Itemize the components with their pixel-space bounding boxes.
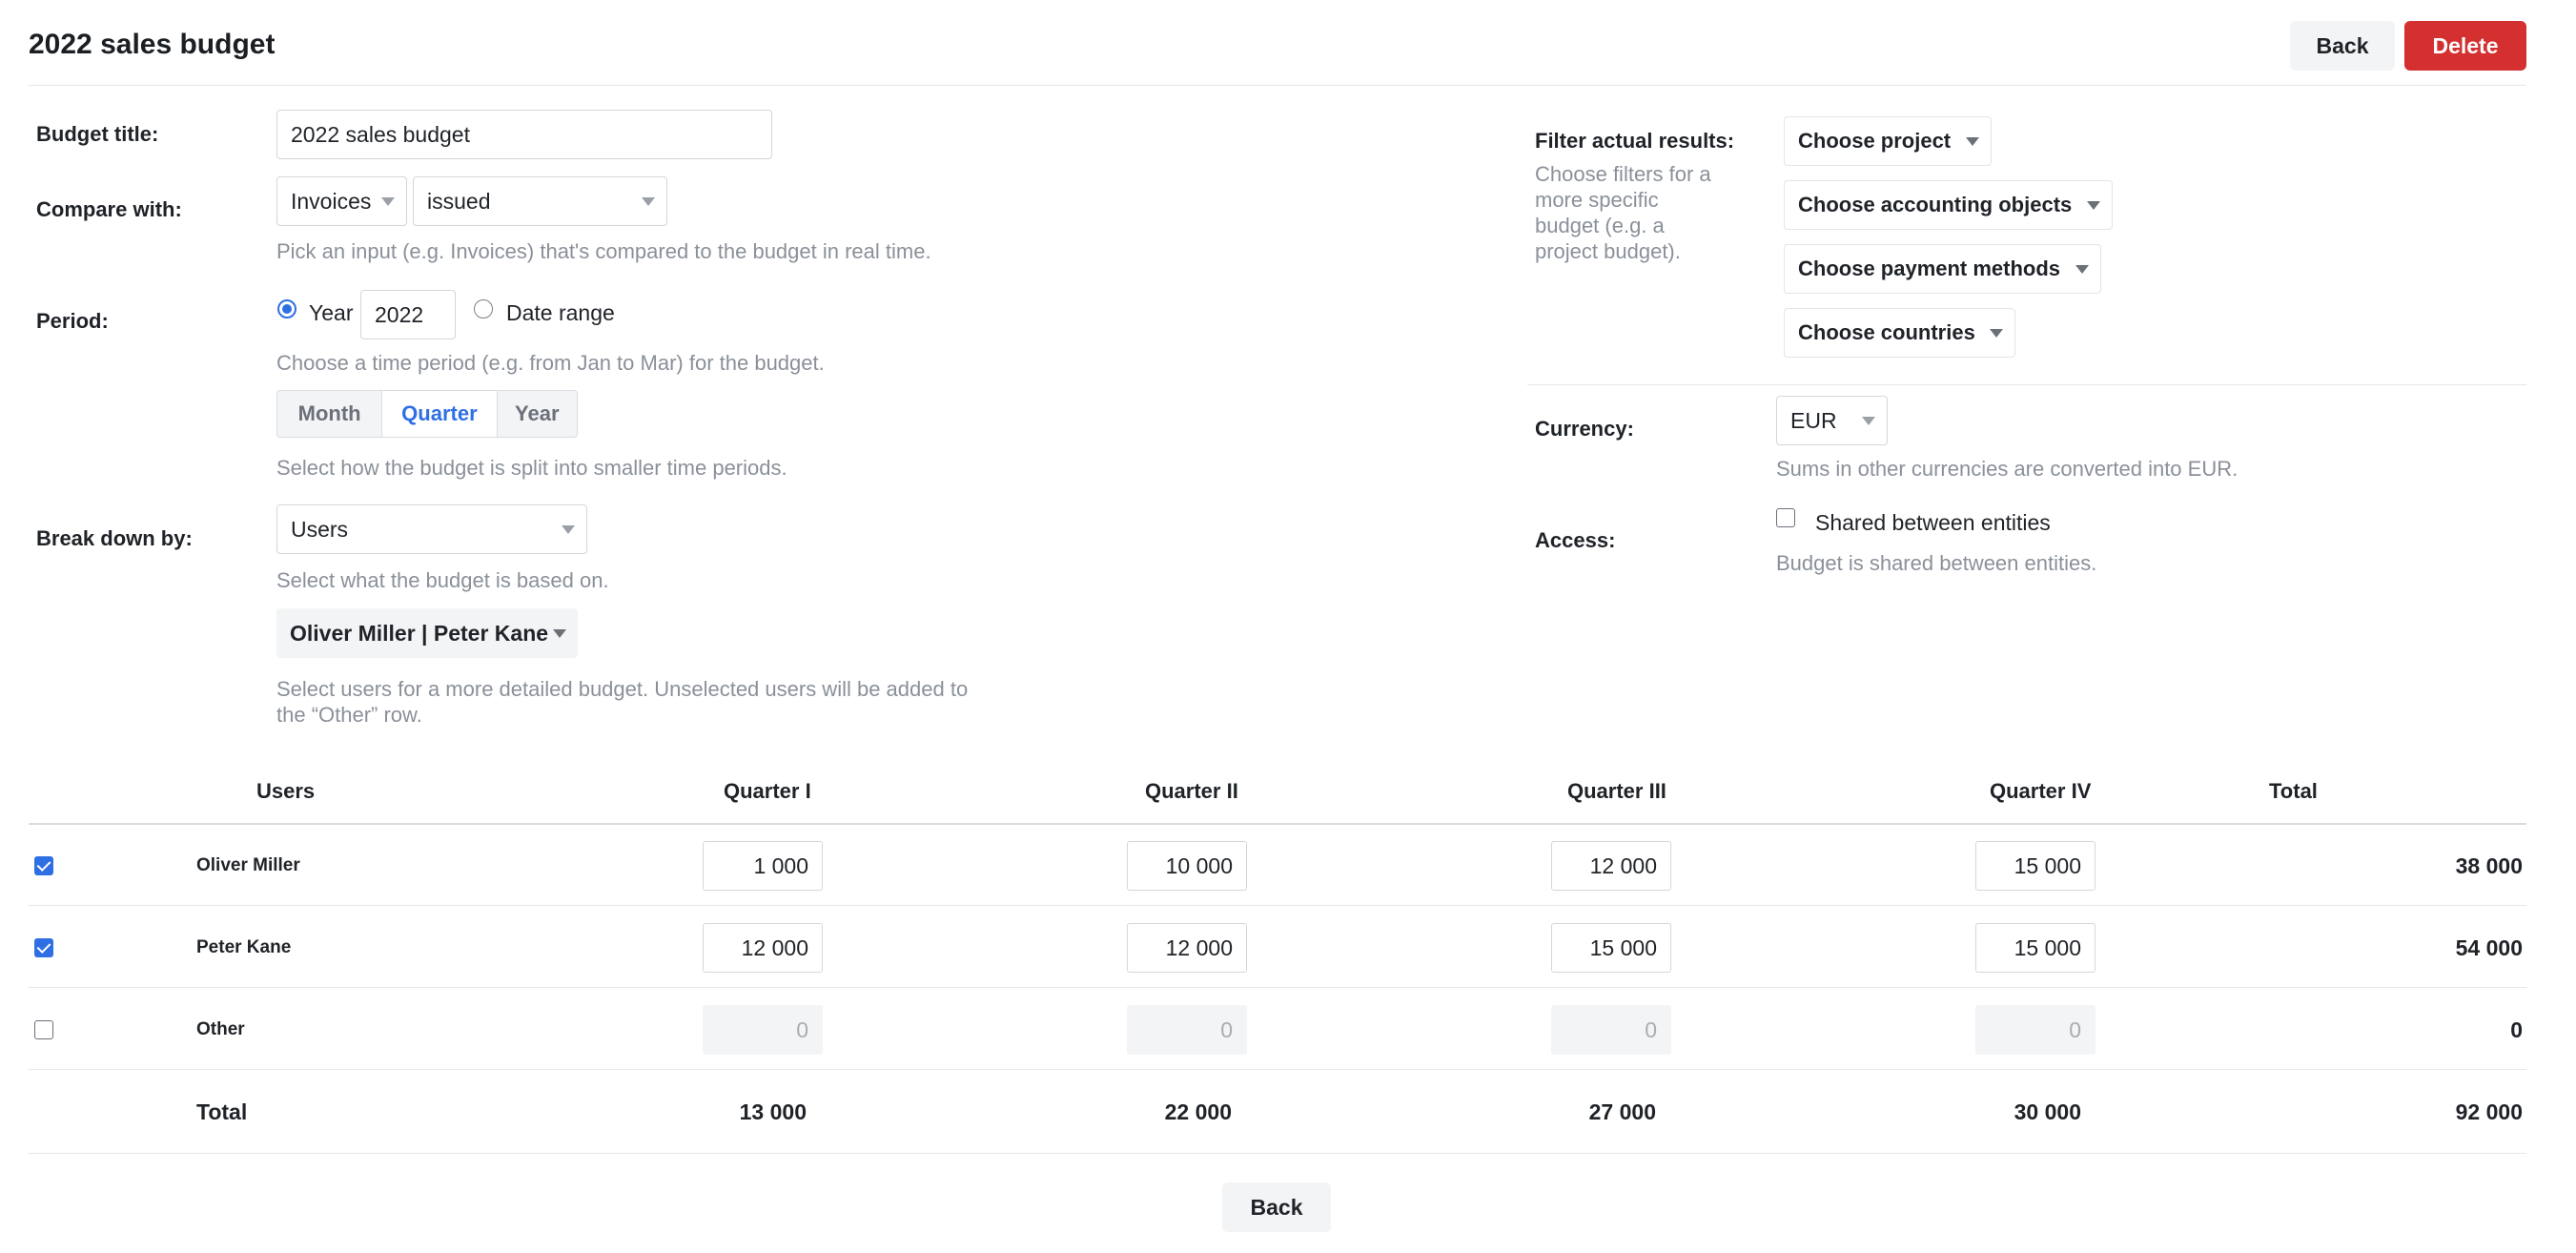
totals-row-label: Total (196, 1099, 248, 1124)
access-label: Access: (1535, 528, 1616, 552)
budget-title-label: Budget title: (36, 122, 159, 146)
cell-oliver-miller-q1[interactable]: 1 000 (703, 841, 823, 891)
chevron-down-icon (1990, 329, 2003, 338)
row-name-other: Other (196, 1019, 245, 1039)
currency-hint: Sums in other currencies are converted i… (1776, 457, 2239, 481)
column-header-quarter-1: Quarter I (724, 779, 811, 803)
column-header-quarter-2: Quarter II (1145, 779, 1238, 803)
users-select[interactable]: Oliver Miller | Peter Kane (276, 608, 578, 658)
compare-status-select[interactable]: issued (413, 176, 667, 226)
currency-label: Currency: (1535, 417, 1634, 441)
column-header-quarter-3: Quarter III (1567, 779, 1666, 803)
back-button-bottom[interactable]: Back (1222, 1182, 1331, 1232)
users-select-value: Oliver Miller | Peter Kane (290, 620, 549, 646)
cell-peter-kane-q2[interactable]: 12 000 (1127, 923, 1247, 973)
cell-other-q2: 0 (1127, 1005, 1247, 1055)
access-hint: Budget is shared between entities. (1776, 551, 2097, 575)
section-divider (1527, 384, 2526, 385)
filter-hint: Choose filters for a more specific budge… (1535, 162, 1711, 263)
header-divider (29, 85, 2526, 86)
cell-peter-kane-q4[interactable]: 15 000 (1975, 923, 2096, 973)
row-divider (29, 987, 2526, 988)
column-header-users: Users (256, 779, 316, 803)
choose-accounting-objects-label: Choose accounting objects (1798, 193, 2073, 216)
period-year-input[interactable]: 2022 (360, 290, 456, 339)
chevron-down-icon (1862, 417, 1875, 425)
compare-input-value: Invoices (291, 188, 372, 214)
period-hint: Choose a time period (e.g. from Jan to M… (276, 351, 825, 375)
row-checkbox-oliver-miller[interactable] (34, 856, 53, 875)
chevron-down-icon (553, 629, 566, 638)
split-hint: Select how the budget is split into smal… (276, 456, 787, 480)
currency-value: EUR (1790, 407, 1837, 433)
break-down-value: Users (291, 516, 349, 542)
row-total-oliver-miller: 38 000 (2455, 853, 2523, 878)
table-header-divider (29, 823, 2526, 825)
split-option-year[interactable]: Year (498, 391, 577, 437)
column-header-total: Total (2269, 779, 2318, 803)
period-date-range-option: Date range (506, 300, 615, 325)
split-option-quarter[interactable]: Quarter (382, 391, 498, 437)
shared-entities-checkbox[interactable] (1776, 508, 1795, 527)
cell-other-q4: 0 (1975, 1005, 2096, 1055)
back-button[interactable]: Back (2290, 21, 2395, 71)
compare-with-label: Compare with: (36, 197, 182, 221)
cell-oliver-miller-q4[interactable]: 15 000 (1975, 841, 2096, 891)
cell-peter-kane-q3[interactable]: 15 000 (1551, 923, 1671, 973)
users-hint: Select users for a more detailed budget.… (276, 677, 969, 727)
choose-countries-button[interactable]: Choose countries (1784, 308, 2015, 358)
period-year-radio[interactable] (277, 299, 296, 318)
period-date-range-radio[interactable] (474, 299, 493, 318)
row-divider (29, 905, 2526, 906)
row-name-oliver-miller: Oliver Miller (196, 855, 300, 875)
period-label: Period: (36, 309, 109, 333)
chevron-down-icon (2075, 265, 2089, 274)
chevron-down-icon (1966, 137, 1979, 146)
cell-oliver-miller-q2[interactable]: 10 000 (1127, 841, 1247, 891)
shared-entities-label: Shared between entities (1815, 510, 2051, 535)
filter-label: Filter actual results: (1535, 129, 1735, 153)
row-divider (29, 1069, 2526, 1070)
break-down-select[interactable]: Users (276, 504, 587, 554)
row-checkbox-peter-kane[interactable] (34, 938, 53, 957)
total-quarter-4: 30 000 (2014, 1099, 2081, 1124)
choose-countries-label: Choose countries (1798, 320, 1975, 344)
total-quarter-2: 22 000 (1164, 1099, 1232, 1124)
delete-button[interactable]: Delete (2404, 21, 2526, 71)
table-bottom-divider (29, 1153, 2526, 1154)
cell-other-q1: 0 (703, 1005, 823, 1055)
choose-accounting-objects-button[interactable]: Choose accounting objects (1784, 180, 2113, 230)
break-down-hint: Select what the budget is based on. (276, 568, 609, 592)
choose-payment-methods-label: Choose payment methods (1798, 257, 2061, 280)
row-checkbox-other[interactable] (34, 1020, 53, 1039)
chevron-down-icon (381, 197, 395, 206)
chevron-down-icon (562, 525, 575, 534)
choose-project-button[interactable]: Choose project (1784, 116, 1992, 166)
break-down-label: Break down by: (36, 526, 193, 550)
split-option-month[interactable]: Month (277, 391, 383, 437)
currency-select[interactable]: EUR (1776, 396, 1888, 445)
row-total-other: 0 (2510, 1017, 2523, 1042)
compare-status-value: issued (427, 188, 491, 214)
cell-oliver-miller-q3[interactable]: 12 000 (1551, 841, 1671, 891)
chevron-down-icon (2087, 201, 2100, 210)
cell-other-q3: 0 (1551, 1005, 1671, 1055)
grand-total: 92 000 (2455, 1099, 2523, 1124)
compare-with-hint: Pick an input (e.g. Invoices) that's com… (276, 239, 931, 263)
page-title: 2022 sales budget (29, 29, 276, 60)
column-header-quarter-4: Quarter IV (1990, 779, 2092, 803)
compare-input-select[interactable]: Invoices (276, 176, 407, 226)
period-year-option: Year (309, 300, 354, 325)
total-quarter-3: 27 000 (1588, 1099, 1656, 1124)
split-segmented-control: Month Quarter Year (276, 390, 578, 438)
choose-project-label: Choose project (1798, 129, 1952, 153)
row-total-peter-kane: 54 000 (2455, 935, 2523, 960)
choose-payment-methods-button[interactable]: Choose payment methods (1784, 244, 2101, 294)
budget-title-input[interactable]: 2022 sales budget (276, 110, 772, 159)
chevron-down-icon (642, 197, 655, 206)
cell-peter-kane-q1[interactable]: 12 000 (703, 923, 823, 973)
row-name-peter-kane: Peter Kane (196, 937, 292, 957)
total-quarter-1: 13 000 (739, 1099, 807, 1124)
